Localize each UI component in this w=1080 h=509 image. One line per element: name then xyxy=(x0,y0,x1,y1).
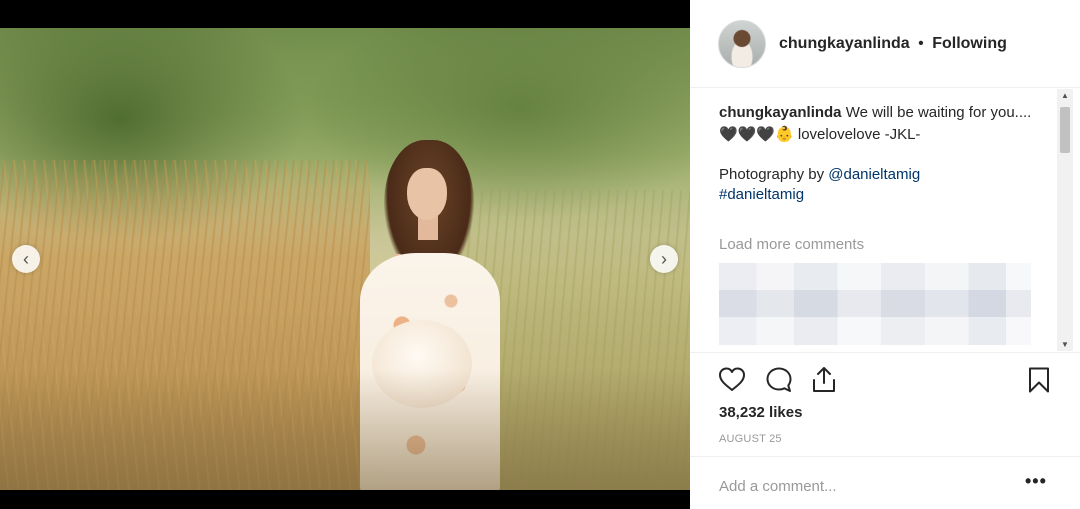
post-header-text: chungkayanlinda • Following xyxy=(779,35,1007,53)
chevron-left-icon: ‹ xyxy=(23,249,29,269)
hashtag-link[interactable]: #danieltamig xyxy=(719,186,804,203)
action-bar xyxy=(690,352,1080,404)
more-options-icon[interactable]: ••• xyxy=(1025,471,1047,492)
photo-panel: ‹ › xyxy=(0,0,690,509)
caption-line-1: chungkayanlinda We will be waiting for y… xyxy=(719,103,1039,123)
photo-subject-face xyxy=(407,168,447,220)
scroll-down-arrow-icon[interactable]: ▼ xyxy=(1061,340,1069,349)
scrollbar-thumb[interactable] xyxy=(1060,107,1070,153)
post-date: AUGUST 25 xyxy=(719,433,782,445)
photo-grass-foreground xyxy=(0,370,690,490)
add-comment-input[interactable] xyxy=(719,475,1019,497)
blurred-comments xyxy=(719,263,1031,345)
caption-text: We will be waiting for you.... xyxy=(845,104,1032,121)
header-separator: • xyxy=(918,35,924,52)
likes-count[interactable]: 38,232 likes xyxy=(719,404,802,421)
share-upload-icon[interactable] xyxy=(809,365,839,395)
caption-username[interactable]: chungkayanlinda xyxy=(719,104,842,121)
caption-hashtag-line: #danieltamig xyxy=(719,185,1039,205)
post-photo[interactable] xyxy=(0,28,690,490)
carousel-prev-button[interactable]: ‹ xyxy=(12,245,40,273)
caption-line-2: 🖤🖤🖤👶 lovelovelove -JKL- xyxy=(719,126,921,143)
comment-bubble-icon[interactable] xyxy=(764,365,794,395)
load-more-comments-button[interactable]: Load more comments xyxy=(719,236,864,253)
carousel-next-button[interactable]: › xyxy=(650,245,678,273)
comments-scrollbar[interactable]: ▲ ▼ xyxy=(1057,89,1073,351)
bookmark-icon[interactable] xyxy=(1024,365,1054,395)
scroll-up-arrow-icon[interactable]: ▲ xyxy=(1061,91,1069,100)
avatar[interactable] xyxy=(718,20,766,68)
header-username[interactable]: chungkayanlinda xyxy=(779,35,910,52)
photo-credit-prefix: Photography by xyxy=(719,166,825,183)
heart-icon[interactable] xyxy=(717,365,747,395)
mention-link[interactable]: @danieltamig xyxy=(828,166,920,183)
post-sidebar: chungkayanlinda • Following chungkayanli… xyxy=(690,0,1080,509)
chevron-right-icon: › xyxy=(661,249,667,269)
post-header: chungkayanlinda • Following xyxy=(690,0,1080,88)
comment-bar: ••• xyxy=(690,456,1080,509)
caption-block: chungkayanlinda We will be waiting for y… xyxy=(719,103,1039,205)
caption-photo-credit: Photography by @danieltamig xyxy=(719,165,1039,185)
following-button[interactable]: Following xyxy=(932,35,1007,52)
